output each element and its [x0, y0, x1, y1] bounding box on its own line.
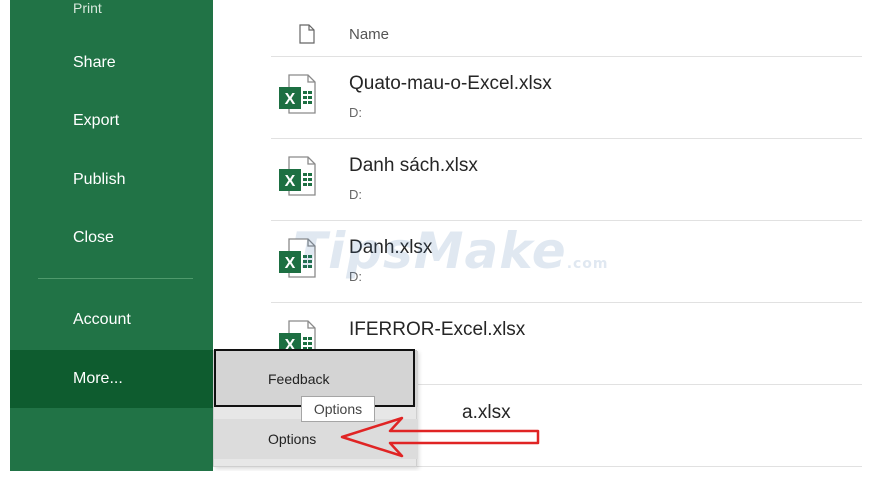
- file-path: D:: [349, 269, 362, 284]
- sidebar-item-label: Close: [73, 229, 114, 246]
- sidebar-item-print[interactable]: Print: [10, 0, 213, 32]
- options-tooltip: Options: [301, 396, 375, 422]
- excel-file-icon: X: [279, 238, 316, 278]
- sidebar-item-label: Publish: [73, 171, 126, 188]
- document-icon: [299, 24, 315, 44]
- menu-item-label: Feedback: [268, 371, 330, 387]
- svg-text:X: X: [285, 173, 296, 190]
- excel-file-icon: X: [279, 74, 316, 114]
- menu-item-label: Options: [268, 431, 317, 447]
- file-row[interactable]: X Danh sách.xlsx D:: [271, 139, 862, 221]
- sidebar-item-label: Export: [73, 112, 120, 129]
- excel-file-icon: X: [279, 156, 316, 196]
- sidebar-item-more[interactable]: More...: [10, 350, 213, 408]
- file-name: Quato-mau-o-Excel.xlsx: [349, 73, 552, 94]
- sidebar-divider: [38, 278, 193, 279]
- file-path: D:: [349, 105, 362, 120]
- file-row[interactable]: X Quato-mau-o-Excel.xlsx D:: [271, 57, 862, 139]
- excel-backstage-window: Print Share Export Publish Close Account…: [0, 0, 870, 479]
- backstage-sidebar: Print Share Export Publish Close Account…: [10, 0, 213, 471]
- sidebar-item-export[interactable]: Export: [10, 97, 213, 145]
- file-name: IFERROR-Excel.xlsx: [349, 319, 526, 340]
- sidebar-item-label: More...: [73, 370, 123, 387]
- file-name: Danh sách.xlsx: [349, 155, 478, 176]
- file-path: D:: [349, 187, 362, 202]
- svg-text:X: X: [285, 91, 296, 108]
- sidebar-item-share[interactable]: Share: [10, 39, 213, 87]
- frame-edge: [0, 0, 10, 479]
- column-header-name[interactable]: Name: [349, 26, 389, 43]
- sidebar-item-close[interactable]: Close: [10, 214, 213, 262]
- sidebar-item-label: Print: [73, 0, 102, 16]
- sidebar-item-label: Account: [73, 311, 131, 328]
- sidebar-item-account[interactable]: Account: [10, 296, 213, 344]
- sidebar-item-label: Share: [73, 54, 116, 71]
- frame-edge: [862, 0, 870, 479]
- frame-edge: [0, 471, 870, 479]
- svg-text:X: X: [285, 255, 296, 272]
- file-name: Danh.xlsx: [349, 237, 433, 258]
- file-name: a.xlsx: [462, 402, 511, 423]
- menu-item-options[interactable]: Options: [214, 419, 418, 459]
- sidebar-item-publish[interactable]: Publish: [10, 156, 213, 204]
- file-row[interactable]: X Danh.xlsx D:: [271, 221, 862, 303]
